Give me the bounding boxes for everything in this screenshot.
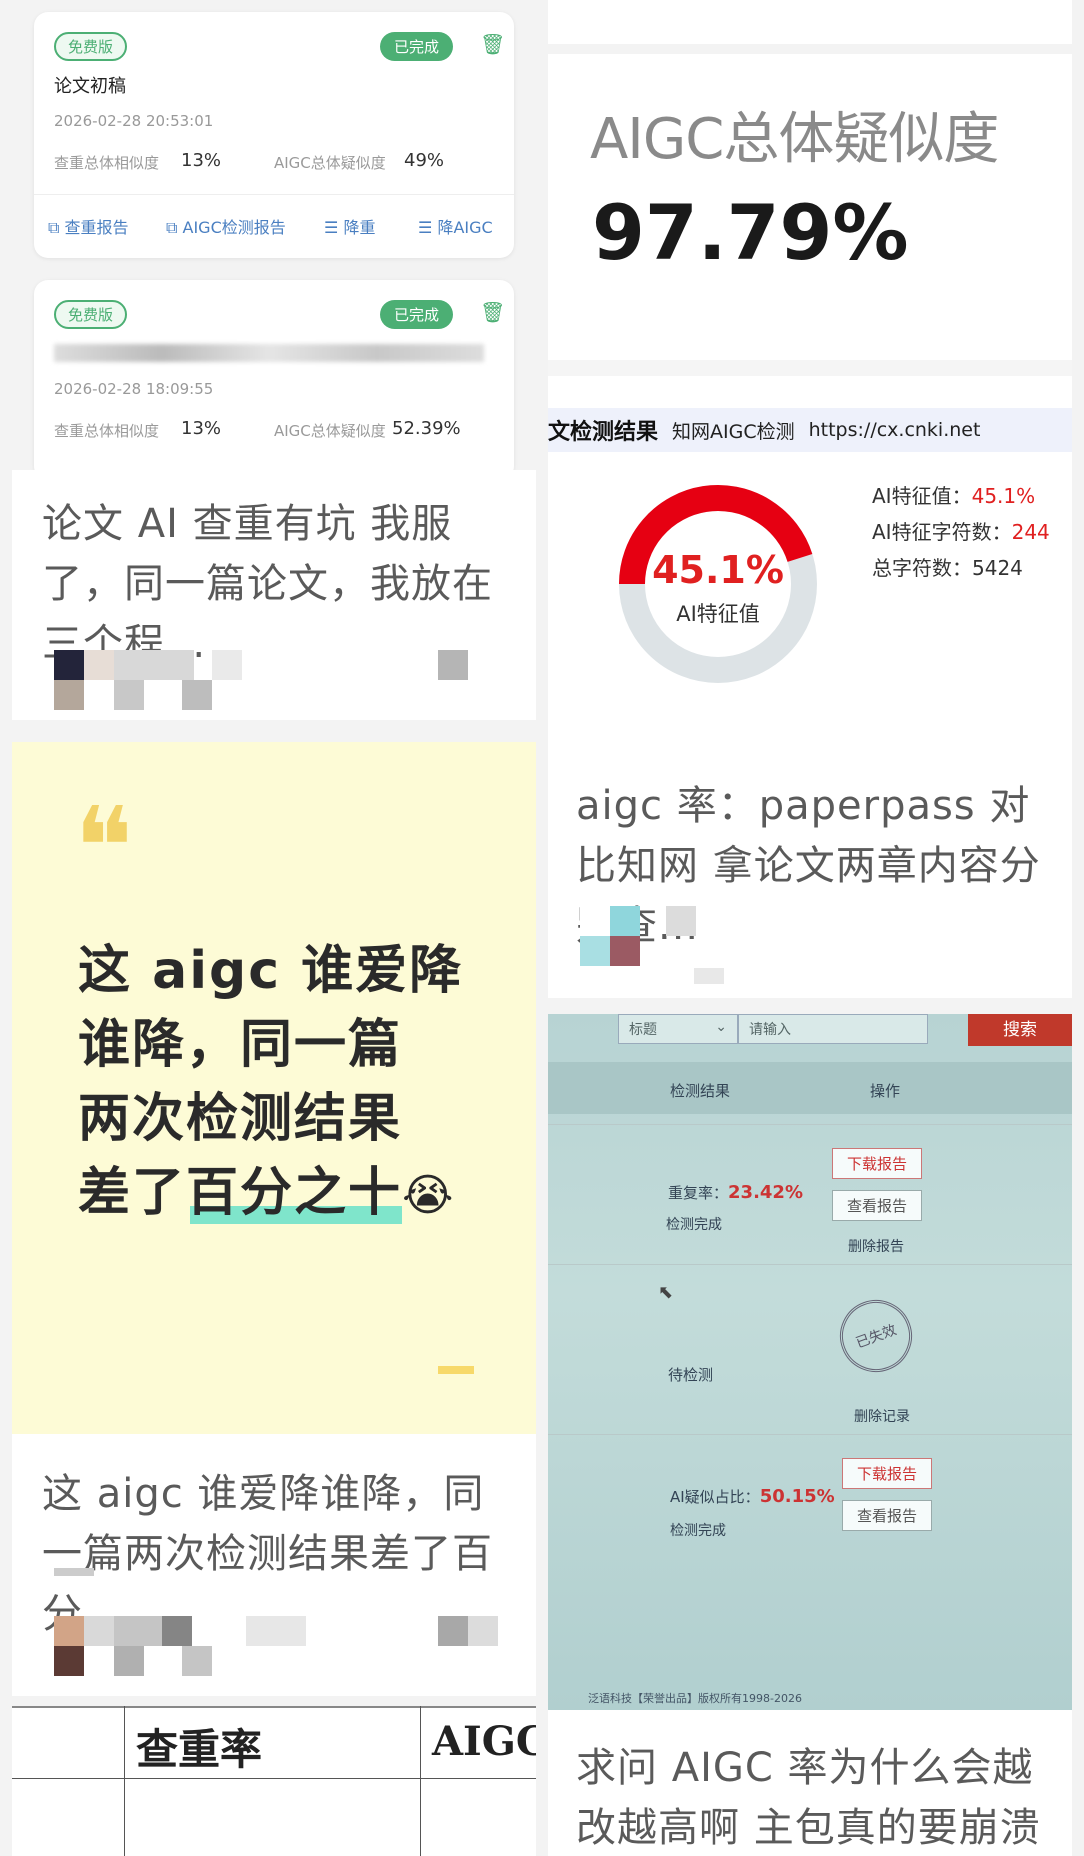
- post-card-5[interactable]: 求问 AIGC 率为什么会越改越高啊 主包真的要崩溃了...: [548, 1710, 1072, 1856]
- stat-total-chars: 总字符数：5424: [872, 556, 1023, 580]
- aigc-score-label: AIGC总体疑似度: [590, 107, 999, 172]
- record-title[interactable]: 论文初稿: [54, 72, 126, 98]
- post-title[interactable]: aigc 率：paperpass 对比知网 拿论文两章内容分别查...: [576, 776, 1056, 956]
- row1-score: 重复率：23.42%: [668, 1182, 803, 1203]
- crying-emoji: 😭: [402, 1170, 456, 1221]
- col-result: 检测结果: [670, 1082, 731, 1100]
- footer-text: 泛语科技【荣誉出品】版权所有1998-2026: [588, 1692, 802, 1705]
- donut-value: 45.1%: [652, 548, 784, 592]
- post-card-3[interactable]: 查重率 AIGC: [12, 1706, 536, 1856]
- post-title[interactable]: 求问 AIGC 率为什么会越改越高啊 主包真的要崩溃了...: [576, 1738, 1056, 1856]
- row3-score: AI疑似占比：50.15%: [670, 1486, 835, 1507]
- post-title[interactable]: 论文 AI 查重有坑 我服了，同一篇论文，我放在三个程...: [42, 494, 522, 674]
- post-card-4[interactable]: aigc 率：paperpass 对比知网 拿论文两章内容分别查...: [548, 748, 1072, 998]
- aigc-value: 49%: [404, 150, 445, 171]
- row1-status: 检测完成: [666, 1217, 722, 1233]
- table-image: 查重率 AIGC: [12, 1706, 536, 1856]
- view-report-button[interactable]: 查看报告: [842, 1500, 933, 1531]
- row3-status: 检测完成: [670, 1523, 726, 1539]
- col-action: 操作: [870, 1082, 901, 1100]
- post-card-2[interactable]: ❝ 这 aigc 谁爱降 谁降，同一篇 两次检测结果 差了百分之十 😭: [12, 742, 536, 1434]
- stat-ai-chars: AI特征字符数：244: [872, 520, 1050, 544]
- aigc-value: 52.39%: [392, 418, 461, 439]
- cnki-result-card[interactable]: 文检测结果 知网AIGC检测 https://cx.cnki.net 45.1%…: [548, 376, 1072, 748]
- post-card-2-footer[interactable]: 这 aigc 谁爱降谁降，同一篇两次检测结果差了百分...: [12, 1434, 536, 1696]
- top-partial-card[interactable]: [548, 0, 1072, 44]
- aigc-report-link[interactable]: ⧉ AIGC检测报告: [166, 214, 286, 238]
- cnki-header: 文检测结果 知网AIGC检测 https://cx.cnki.net: [548, 408, 1072, 452]
- photo-card[interactable]: 标题 ⌄ 请输入 搜索 检测结果 操作 重复率：23.42% 检测完成 下载报告…: [548, 1014, 1072, 1710]
- search-button[interactable]: 搜索: [968, 1014, 1072, 1046]
- search-input[interactable]: 请输入: [738, 1014, 928, 1044]
- dup-label: 查重总体相似度: [54, 154, 160, 172]
- mouse-cursor-icon: ⬉: [658, 1282, 674, 1303]
- record-card-2[interactable]: 免费版 已完成 🗑 2026-02-28 18:09:55 查重总体相似度 13…: [34, 280, 514, 470]
- done-badge: 已完成: [380, 32, 454, 61]
- dup-report-link[interactable]: ⧉ 查重报告: [48, 214, 129, 238]
- screen-photo: 标题 ⌄ 请输入 搜索 检测结果 操作 重复率：23.42% 检测完成 下载报告…: [548, 1014, 1072, 1710]
- dup-label: 查重总体相似度: [54, 422, 160, 440]
- aigc-score-card[interactable]: AIGC总体疑似度 97.79%: [548, 54, 1072, 376]
- record-card-1[interactable]: 免费版 已完成 🗑 论文初稿 2026-02-28 20:53:01 查重总体相…: [34, 12, 514, 258]
- aigc-label: AIGC总体疑似度: [274, 154, 386, 172]
- post-card-1[interactable]: 论文 AI 查重有坑 我服了，同一篇论文，我放在三个程...: [12, 470, 536, 720]
- free-badge: 免费版: [54, 300, 128, 329]
- cover-image: ❝ 这 aigc 谁爱降 谁降，同一篇 两次检测结果 差了百分之十 😭: [12, 742, 536, 1434]
- author-avatar[interactable]: [54, 650, 84, 680]
- table-col-aigc: AIGC: [432, 1718, 536, 1765]
- aigc-label: AIGC总体疑似度: [274, 422, 386, 440]
- like-icon[interactable]: [438, 1616, 468, 1646]
- screenshot-post-card[interactable]: 免费版 已完成 🗑 论文初稿 2026-02-28 20:53:01 查重总体相…: [12, 0, 536, 470]
- view-report-button[interactable]: 查看报告: [832, 1190, 923, 1221]
- free-badge: 免费版: [54, 32, 128, 61]
- row2-status: 待检测: [668, 1366, 714, 1384]
- author-avatar[interactable]: [54, 1616, 84, 1646]
- reduce-dup-link[interactable]: ☰ 降重: [324, 214, 375, 238]
- done-badge: 已完成: [380, 300, 454, 329]
- author-avatar[interactable]: [580, 906, 610, 936]
- record-datetime: 2026-02-28 20:53:01: [54, 112, 214, 130]
- dup-value: 13%: [181, 150, 222, 171]
- table-col-dup: 查重率: [136, 1725, 263, 1774]
- expired-stamp: 已失效: [829, 1289, 923, 1383]
- quote-text: 这 aigc 谁爱降 谁降，同一篇 两次检测结果 差了百分之十 😭: [78, 941, 464, 1224]
- download-report-button[interactable]: 下载报告: [832, 1148, 923, 1179]
- aigc-score-value: 97.79%: [592, 188, 909, 277]
- dup-value: 13%: [181, 418, 222, 439]
- delete-icon[interactable]: 🗑: [480, 32, 505, 56]
- delete-record-button[interactable]: 删除记录: [854, 1406, 910, 1426]
- blurred-title: [54, 344, 484, 362]
- reduce-aigc-link[interactable]: ☰ 降AIGC: [418, 214, 493, 238]
- stat-ai-value: AI特征值：45.1%: [872, 484, 1036, 508]
- like-icon[interactable]: [438, 650, 468, 680]
- filter-select[interactable]: 标题 ⌄: [618, 1014, 738, 1044]
- donut-label: AI特征值: [676, 602, 760, 626]
- decor-bar: [438, 1366, 474, 1374]
- quote-icon: ❝: [74, 783, 134, 911]
- delete-icon[interactable]: 🗑: [480, 300, 505, 324]
- record-datetime: 2026-02-28 18:09:55: [54, 380, 214, 398]
- download-report-button[interactable]: 下载报告: [842, 1458, 933, 1489]
- delete-report-button[interactable]: 删除报告: [848, 1236, 904, 1256]
